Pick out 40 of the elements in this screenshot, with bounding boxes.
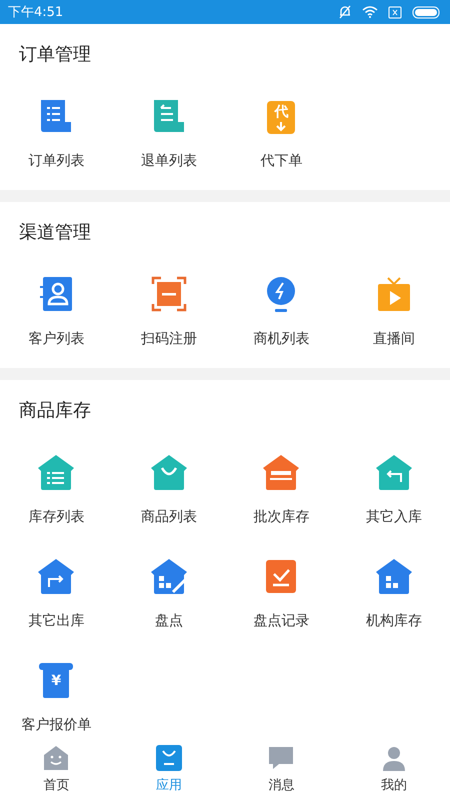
app-label[interactable]: 库存列表 [28, 508, 84, 526]
app-label[interactable]: 客户列表 [28, 330, 84, 348]
app-label[interactable]: 盘点 [154, 612, 183, 630]
wifi-icon [362, 6, 378, 18]
app-label[interactable]: 其它入库 [366, 508, 422, 526]
app-label[interactable]: 商机列表 [253, 330, 310, 348]
app-label[interactable]: 退单列表 [140, 152, 197, 170]
nav-tab[interactable]: 首页 [0, 740, 112, 798]
sim-icon [388, 6, 402, 18]
house-arrow-icon [36, 556, 76, 596]
battery-icon [412, 6, 442, 18]
icon-glyph: ¥ [50, 673, 62, 689]
app-label[interactable]: 直播间 [372, 330, 415, 348]
app-label[interactable]: 其它出库 [28, 612, 84, 630]
nav-tab[interactable]: 消息 [225, 740, 338, 798]
chat-bubble-icon [267, 744, 296, 772]
section-title: 商品库存 [18, 399, 92, 423]
app-label[interactable]: 批次库存 [253, 508, 310, 526]
house-smile-icon [42, 744, 70, 772]
house-bag-icon [148, 452, 189, 492]
app-label[interactable]: 客户报价单 [21, 716, 92, 734]
app-label[interactable]: 机构库存 [366, 612, 422, 630]
app-label[interactable]: 盘点记录 [253, 612, 310, 630]
app-label[interactable]: 代下单 [260, 152, 302, 170]
app-label[interactable]: 扫码注册 [140, 330, 197, 348]
house-pen-icon [148, 556, 189, 596]
bell-muted-icon [338, 5, 352, 19]
icon-glyph: 代 [273, 104, 290, 120]
house-grid-icon [374, 556, 414, 596]
section-title: 订单管理 [18, 43, 92, 67]
house-arrow-icon [374, 452, 414, 492]
house-barcode-icon [261, 452, 302, 492]
bag-icon [154, 744, 183, 772]
app-label[interactable]: 订单列表 [28, 152, 84, 170]
app-label[interactable]: 商品列表 [140, 508, 197, 526]
nav-tab[interactable]: 我的 [338, 740, 450, 798]
section-title: 渠道管理 [18, 221, 92, 245]
nav-tab[interactable]: 应用 [112, 740, 225, 798]
status-time: 下午4:51 [8, 4, 64, 21]
house-list-icon [36, 452, 76, 492]
